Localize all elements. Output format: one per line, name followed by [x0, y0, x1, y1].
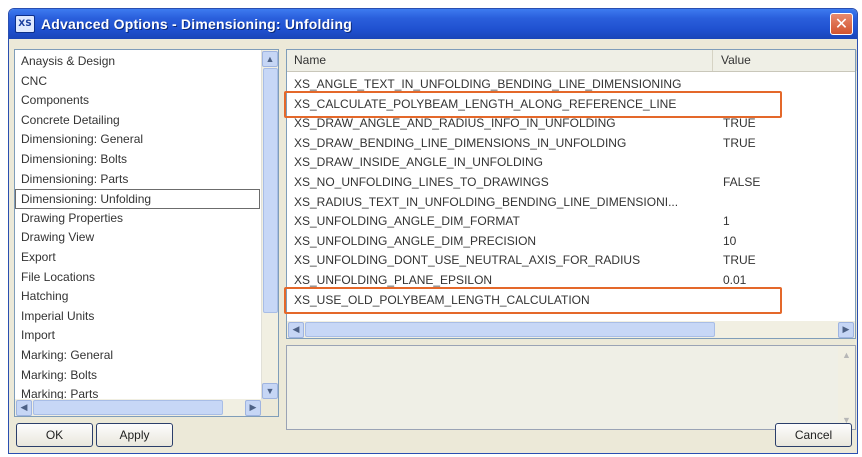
scroll-left-icon[interactable]: ◀ — [288, 321, 304, 338]
scroll-down-icon[interactable]: ▼ — [262, 383, 278, 399]
option-value[interactable]: TRUE — [723, 251, 756, 270]
category-item[interactable]: Imperial Units — [15, 307, 260, 327]
category-item[interactable]: Dimensioning: General — [15, 130, 260, 150]
advanced-options-dialog: XS Advanced Options - Dimensioning: Unfo… — [8, 8, 858, 454]
scroll-left-icon[interactable]: ◀ — [16, 399, 32, 416]
option-name: XS_DRAW_BENDING_LINE_DIMENSIONS_IN_UNFOL… — [294, 135, 627, 150]
description-scrollbar: ▲ ▼ — [838, 346, 855, 429]
close-icon: ✕ — [834, 16, 849, 33]
category-item[interactable]: File Locations — [15, 268, 260, 288]
category-list: Anaysis & Design CNC Components Concrete De… — [15, 52, 260, 405]
category-item[interactable]: Dimensioning: Bolts — [15, 150, 260, 170]
option-name: XS_RADIUS_TEXT_IN_UNFOLDING_BENDING_LINE… — [294, 194, 679, 209]
category-item[interactable]: Dimensioning: Unfolding — [15, 189, 260, 209]
table-row[interactable]: XS_NO_UNFOLDING_LINES_TO_DRAWINGS FALSE — [287, 173, 855, 193]
option-value[interactable]: 10 — [723, 232, 736, 251]
table-row[interactable]: XS_UNFOLDING_ANGLE_DIM_PRECISION 10 — [287, 232, 855, 252]
table-row[interactable]: XS_DRAW_INSIDE_ANGLE_IN_UNFOLDING — [287, 153, 855, 173]
category-item[interactable]: Marking: Bolts — [15, 366, 260, 386]
category-item[interactable]: Marking: General — [15, 346, 260, 366]
app-icon: XS — [15, 15, 35, 33]
table-row[interactable]: XS_RADIUS_TEXT_IN_UNFOLDING_BENDING_LINE… — [287, 193, 855, 213]
category-vertical-scrollbar[interactable]: ▲ ▼ — [261, 50, 278, 400]
scroll-up-icon: ▲ — [842, 350, 851, 360]
option-name: XS_UNFOLDING_PLANE_EPSILON — [294, 272, 493, 287]
ok-button[interactable]: OK — [16, 423, 93, 447]
scroll-thumb[interactable] — [263, 68, 278, 313]
table-row[interactable]: XS_DRAW_BENDING_LINE_DIMENSIONS_IN_UNFOL… — [287, 134, 855, 154]
category-list-panel: Anaysis & Design CNC Components Concrete De… — [14, 49, 279, 417]
options-table: Name Value XS_ANGLE_TEXT_IN_UNFOLDING_BE… — [284, 49, 857, 339]
title-bar[interactable]: XS Advanced Options - Dimensioning: Unfo… — [9, 9, 857, 39]
table-header: Name Value — [287, 50, 857, 72]
option-name: XS_NO_UNFOLDING_LINES_TO_DRAWINGS — [294, 174, 549, 189]
table-row[interactable]: XS_UNFOLDING_PLANE_EPSILON 0.01 — [287, 271, 855, 291]
category-item[interactable]: Components — [15, 91, 260, 111]
option-value[interactable]: 1 — [723, 212, 730, 231]
category-item[interactable]: Drawing View — [15, 228, 260, 248]
option-name: XS_USE_OLD_POLYBEAM_LENGTH_CALCULATION — [294, 292, 590, 307]
table-row[interactable]: XS_CALCULATE_POLYBEAM_LENGTH_ALONG_REFER… — [287, 95, 855, 115]
scroll-right-icon[interactable]: ▶ — [245, 399, 261, 416]
category-horizontal-scrollbar[interactable]: ◀ ▶ — [15, 399, 262, 416]
option-name: XS_UNFOLDING_ANGLE_DIM_FORMAT — [294, 214, 520, 229]
option-value[interactable]: FALSE — [723, 173, 760, 192]
description-pane: ▲ ▼ — [286, 345, 856, 430]
scroll-thumb[interactable] — [305, 322, 715, 337]
category-item[interactable]: Import — [15, 326, 260, 346]
category-item[interactable]: Concrete Detailing — [15, 111, 260, 131]
cancel-button[interactable]: Cancel — [775, 423, 852, 447]
scroll-up-icon[interactable]: ▲ — [262, 51, 278, 67]
table-row[interactable]: XS_UNFOLDING_DONT_USE_NEUTRAL_AXIS_FOR_R… — [287, 251, 855, 271]
scroll-thumb[interactable] — [33, 400, 223, 415]
column-header-value[interactable]: Value — [714, 50, 857, 71]
option-value[interactable]: TRUE — [723, 134, 756, 153]
column-header-name[interactable]: Name — [287, 50, 713, 71]
table-row[interactable]: XS_DRAW_ANGLE_AND_RADIUS_INFO_IN_UNFOLDI… — [287, 114, 855, 134]
apply-button[interactable]: Apply — [96, 423, 173, 447]
window-title: Advanced Options - Dimensioning: Unfoldi… — [41, 16, 352, 32]
option-name: XS_UNFOLDING_DONT_USE_NEUTRAL_AXIS_FOR_R… — [294, 253, 641, 268]
category-item[interactable]: Dimensioning: Parts — [15, 170, 260, 190]
category-item[interactable]: Anaysis & Design — [15, 52, 260, 72]
scroll-right-icon[interactable]: ▶ — [838, 321, 854, 338]
table-row[interactable]: XS_USE_OLD_POLYBEAM_LENGTH_CALCULATION — [287, 291, 855, 311]
option-name: XS_DRAW_ANGLE_AND_RADIUS_INFO_IN_UNFOLDI… — [294, 116, 616, 131]
close-button[interactable]: ✕ — [830, 13, 853, 35]
category-item[interactable]: Hatching — [15, 287, 260, 307]
scroll-corner — [261, 399, 278, 416]
table-row[interactable]: XS_UNFOLDING_ANGLE_DIM_FORMAT 1 — [287, 212, 855, 232]
option-value[interactable]: 0.01 — [723, 271, 746, 290]
category-item[interactable]: Drawing Properties — [15, 209, 260, 229]
table-horizontal-scrollbar[interactable]: ◀ ▶ — [287, 321, 855, 338]
option-name: XS_UNFOLDING_ANGLE_DIM_PRECISION — [294, 233, 537, 248]
category-item[interactable]: Export — [15, 248, 260, 268]
table-row[interactable]: XS_ANGLE_TEXT_IN_UNFOLDING_BENDING_LINE_… — [287, 75, 855, 95]
option-name: XS_DRAW_INSIDE_ANGLE_IN_UNFOLDING — [294, 155, 543, 170]
option-value[interactable]: TRUE — [723, 114, 756, 133]
category-item[interactable]: CNC — [15, 72, 260, 92]
option-name: XS_ANGLE_TEXT_IN_UNFOLDING_BENDING_LINE_… — [294, 77, 682, 91]
table-body: XS_ANGLE_TEXT_IN_UNFOLDING_BENDING_LINE_… — [284, 75, 855, 315]
option-name: XS_CALCULATE_POLYBEAM_LENGTH_ALONG_REFER… — [294, 96, 677, 111]
